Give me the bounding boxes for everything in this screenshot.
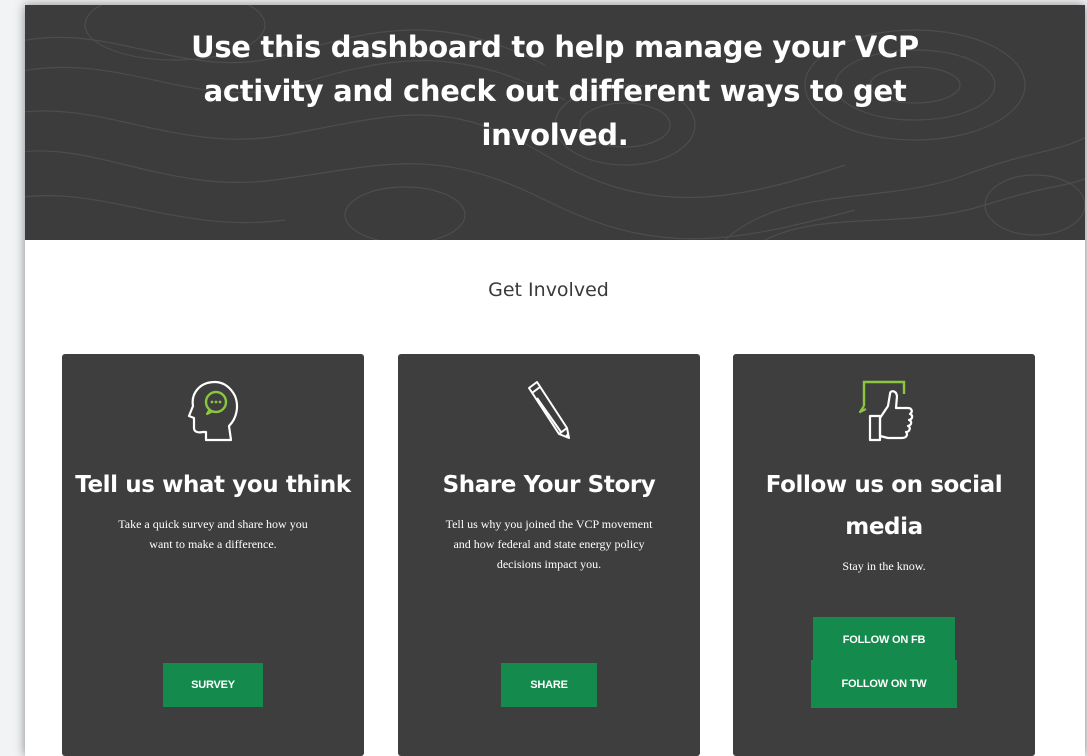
share-story-card: Share Your Story Tell us why you joined … [398,354,700,756]
share-desc-line-3: decisions impact you. [496,557,602,571]
share-button[interactable]: SHARE [501,663,597,707]
survey-card: Tell us what you think Take a quick surv… [62,354,364,756]
survey-button[interactable]: SURVEY [163,663,263,707]
thumbs-up-icon [733,376,1035,446]
share-desc-line-2: and how federal and state energy policy [453,537,645,551]
hero-line-1: Use this dashboard to help manage your V… [191,30,919,64]
follow-on-fb-button[interactable]: FOLLOW ON FB [813,617,955,663]
share-desc-line-1: Tell us why you joined the VCP movement [445,517,653,531]
follow-on-tw-button[interactable]: FOLLOW ON TW [811,660,957,708]
social-desc-line-1: Stay in the know. [842,559,926,573]
dashboard-frame: Use this dashboard to help manage your V… [25,5,1085,756]
survey-desc-line-2: want to make a difference. [149,537,277,551]
survey-card-title: Tell us what you think [75,472,351,498]
share-card-description: Tell us why you joined the VCP movement … [414,514,684,574]
speech-head-icon [62,376,364,446]
social-title-line-1: Follow us on social [765,472,1003,498]
social-title-line-2: media [845,514,923,540]
hero-line-2: activity and check out different ways to… [203,74,907,108]
share-card-title: Share Your Story [442,472,656,498]
pencil-icon [398,376,700,446]
social-card-description: Stay in the know. [749,556,1019,576]
hero-line-3: involved. [481,118,629,152]
hero-headline: Use this dashboard to help manage your V… [175,25,935,157]
get-involved-heading: Get Involved [488,279,609,301]
social-media-card: Follow us on social media Stay in the kn… [733,354,1035,756]
social-card-title: Follow us on social media [741,464,1027,548]
survey-desc-line-1: Take a quick survey and share how you [118,517,308,531]
hero-banner: Use this dashboard to help manage your V… [25,5,1085,240]
survey-card-description: Take a quick survey and share how you wa… [78,514,348,554]
